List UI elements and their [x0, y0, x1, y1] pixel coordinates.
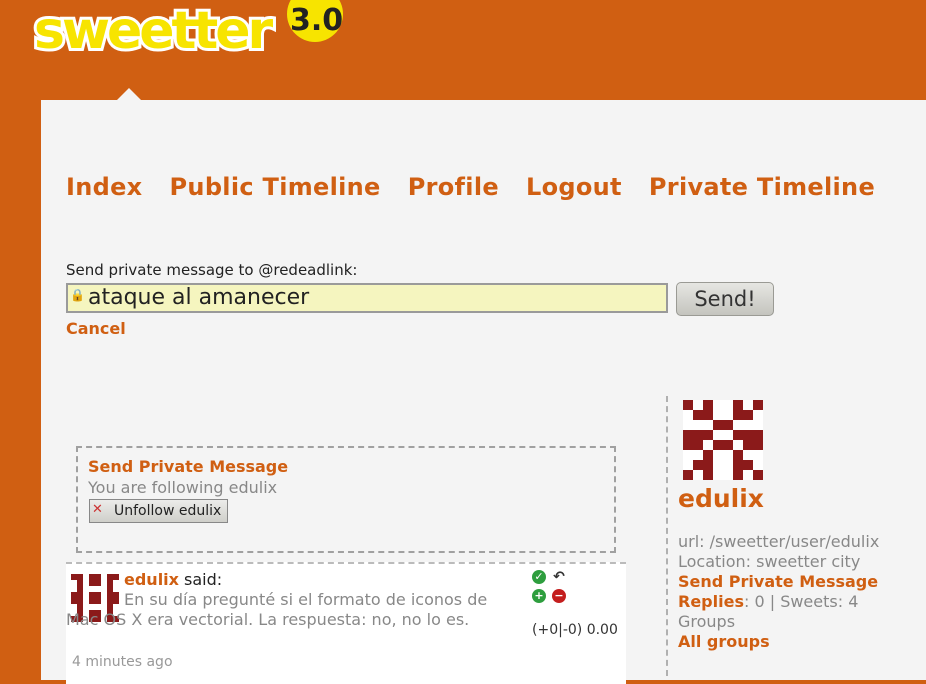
private-message-label: Send private message to @redeadlink:	[66, 261, 358, 279]
nav-logout[interactable]: Logout	[526, 173, 622, 201]
sweet-timestamp: 4 minutes ago	[72, 654, 173, 670]
sweet-text: En su día pregunté si el formato de icon…	[66, 590, 488, 629]
profile-info: url: /sweetter/user/edulix Location: swe…	[678, 532, 879, 652]
sidebar-divider	[666, 396, 668, 676]
lock-icon: 🔒	[70, 288, 85, 302]
send-button[interactable]: Send!	[676, 282, 774, 316]
profile-username[interactable]: edulix	[678, 484, 764, 513]
profile-send-pm-link[interactable]: Send Private Message	[678, 572, 878, 591]
private-message-input[interactable]: ataque al amanecer	[66, 283, 668, 313]
send-private-message-link[interactable]: Send Private Message	[88, 457, 288, 476]
profile-avatar	[683, 400, 763, 480]
profile-replies-link[interactable]: Replies	[678, 592, 744, 611]
nav-profile[interactable]: Profile	[408, 173, 499, 201]
panel-pointer	[117, 88, 141, 100]
main-nav: Index Public Timeline Profile Logout Pri…	[66, 173, 897, 201]
nav-index[interactable]: Index	[66, 173, 142, 201]
logo-version: 3.0	[290, 3, 343, 38]
sweet-score: (+0|-0) 0.00	[532, 622, 618, 638]
profile-location: Location: sweetter city	[678, 552, 861, 571]
vote-up-icon[interactable]: +	[532, 589, 546, 603]
sweet-author[interactable]: edulix	[124, 570, 179, 589]
unfollow-button[interactable]: Unfollow edulix	[89, 499, 228, 523]
nav-public-timeline[interactable]: Public Timeline	[170, 173, 381, 201]
shield-icon[interactable]: ✓	[532, 570, 546, 584]
groups-heading: Groups	[678, 612, 736, 631]
following-status: You are following edulix	[88, 478, 278, 497]
logo-wordmark: sweetter	[34, 1, 274, 60]
sweet-said: said:	[184, 570, 223, 589]
cancel-link[interactable]: Cancel	[66, 319, 126, 338]
all-groups-link[interactable]: All groups	[678, 632, 770, 651]
reply-icon[interactable]: ↶	[552, 570, 566, 584]
vote-down-icon[interactable]: −	[552, 589, 566, 603]
sweetter-logo[interactable]: sweetter 3.0	[32, 0, 352, 60]
profile-url: url: /sweetter/user/edulix	[678, 532, 880, 551]
unfollow-icon: ✕	[92, 502, 103, 517]
replies-count: : 0	[743, 592, 765, 611]
sweets-count: | Sweets: 4	[764, 592, 859, 611]
nav-private-timeline[interactable]: Private Timeline	[649, 173, 875, 201]
